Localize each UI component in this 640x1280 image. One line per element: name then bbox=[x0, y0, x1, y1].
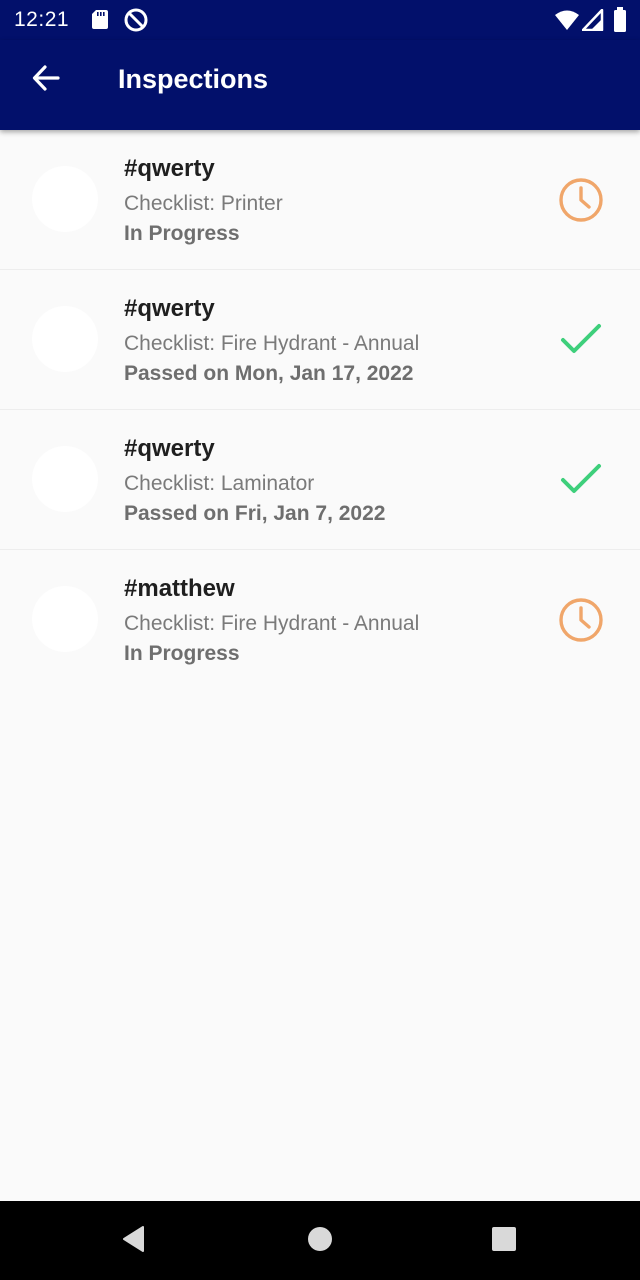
clock-icon bbox=[556, 598, 606, 642]
inspection-title: #matthew bbox=[124, 575, 235, 602]
clock-icon bbox=[556, 178, 606, 222]
inspection-checklist: Checklist: Printer bbox=[124, 192, 283, 215]
system-nav-bar bbox=[0, 1201, 640, 1280]
nav-recents-button[interactable] bbox=[480, 1217, 528, 1265]
inspection-item[interactable]: #qwerty Checklist: Fire Hydrant - Annual… bbox=[0, 270, 640, 410]
nav-home-button[interactable] bbox=[296, 1217, 344, 1265]
inspection-status: In Progress bbox=[124, 642, 240, 665]
inspection-status: Passed on Fri, Jan 7, 2022 bbox=[124, 502, 386, 525]
recents-square-icon bbox=[491, 1226, 517, 1257]
back-button[interactable] bbox=[22, 56, 70, 104]
inspection-checklist: Checklist: Fire Hydrant - Annual bbox=[124, 332, 420, 355]
page-title: Inspections bbox=[118, 64, 269, 94]
arrow-back-icon bbox=[31, 63, 61, 98]
do-not-disturb-icon bbox=[123, 7, 149, 38]
sd-card-icon bbox=[90, 8, 110, 35]
inspections-list: #qwerty Checklist: Printer In Progress #… bbox=[0, 130, 640, 690]
check-icon bbox=[556, 318, 606, 362]
inspection-status: Passed on Mon, Jan 17, 2022 bbox=[124, 362, 414, 385]
inspection-title: #qwerty bbox=[124, 435, 215, 462]
status-bar: 12:21 bbox=[0, 0, 640, 40]
status-time: 12:21 bbox=[14, 8, 70, 31]
back-triangle-icon bbox=[121, 1225, 147, 1258]
battery-icon bbox=[613, 7, 627, 38]
app-bar: Inspections bbox=[0, 40, 640, 130]
inspection-checklist: Checklist: Fire Hydrant - Annual bbox=[124, 612, 420, 635]
avatar bbox=[32, 446, 98, 512]
inspection-title: #qwerty bbox=[124, 295, 215, 322]
cellular-signal-icon bbox=[581, 8, 604, 36]
avatar bbox=[32, 306, 98, 372]
nav-back-button[interactable] bbox=[110, 1217, 158, 1265]
inspection-item[interactable]: #matthew Checklist: Fire Hydrant - Annua… bbox=[0, 550, 640, 690]
inspection-item[interactable]: #qwerty Checklist: Laminator Passed on F… bbox=[0, 410, 640, 550]
wifi-icon bbox=[554, 9, 580, 36]
inspection-title: #qwerty bbox=[124, 155, 215, 182]
avatar bbox=[32, 586, 98, 652]
avatar bbox=[32, 166, 98, 232]
inspection-checklist: Checklist: Laminator bbox=[124, 472, 315, 495]
check-icon bbox=[556, 458, 606, 502]
inspection-item[interactable]: #qwerty Checklist: Printer In Progress bbox=[0, 130, 640, 270]
home-circle-icon bbox=[307, 1226, 333, 1257]
inspection-status: In Progress bbox=[124, 222, 240, 245]
